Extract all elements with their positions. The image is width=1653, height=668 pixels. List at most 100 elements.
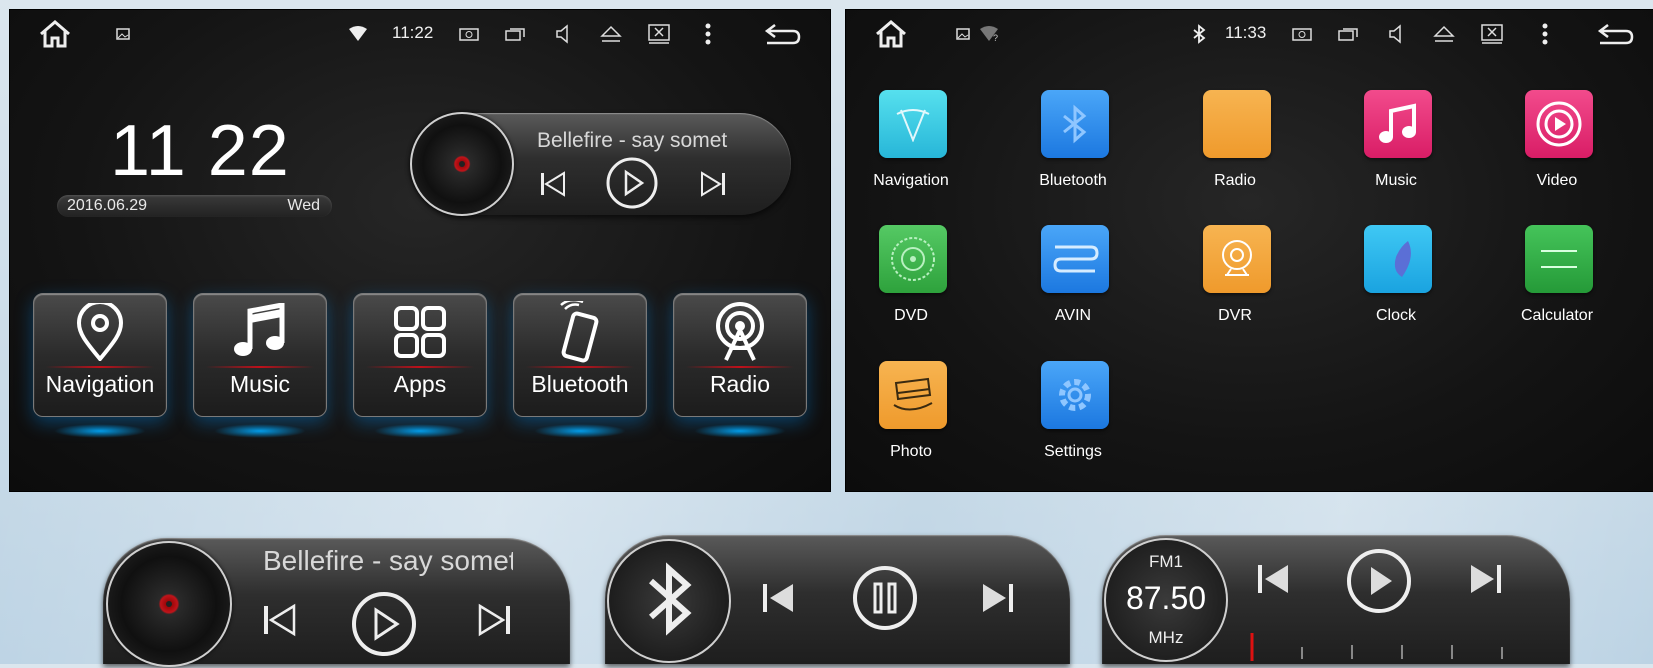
back-icon[interactable] (762, 22, 802, 46)
bluetooth-music-widget[interactable] (605, 535, 1070, 664)
window-icon[interactable] (504, 22, 526, 46)
app-label: Video (1536, 172, 1578, 189)
tile-label: Apps (393, 371, 447, 397)
svg-text:?: ? (993, 33, 998, 42)
picture-icon (114, 22, 132, 46)
app-dvd[interactable]: DVD (846, 225, 976, 340)
frequency-display: FM1 87.50 MHz (1104, 538, 1228, 662)
clock-date: 2016.06.29 (67, 197, 148, 214)
clock-time: 11 22 (110, 111, 290, 191)
tile-label: Music (229, 371, 291, 397)
song-title: Bellefire - say somet (263, 545, 513, 576)
play-icon[interactable] (350, 590, 418, 658)
app-label: Radio (1214, 172, 1256, 189)
close-window-icon[interactable] (647, 22, 671, 46)
menu-icon[interactable] (1538, 22, 1552, 46)
video-app-icon (1525, 90, 1593, 158)
date-bar: 2016.06.29 Wed (57, 195, 332, 217)
dvd-app-icon (879, 225, 947, 293)
song-title: Bellefire - say somet (537, 129, 728, 152)
app-navigation[interactable]: Navigation (846, 90, 976, 205)
picture-icon (954, 22, 972, 46)
home-icon[interactable] (38, 20, 72, 48)
vinyl-disc-icon (106, 541, 232, 667)
screenshot-icon[interactable] (1291, 22, 1313, 46)
apps-grid-icon (354, 302, 486, 362)
window-icon[interactable] (1337, 22, 1359, 46)
eject-icon[interactable] (1432, 22, 1456, 46)
next-icon[interactable] (473, 598, 517, 642)
tile-label: Navigation (45, 371, 155, 397)
bluetooth-icon (1189, 22, 1209, 46)
previous-icon[interactable] (1251, 557, 1295, 601)
app-calculator[interactable]: Calculator (1492, 225, 1622, 340)
app-avin[interactable]: AVIN (1008, 225, 1138, 340)
app-settings[interactable]: Settings (1008, 361, 1138, 476)
clock-weekday: Wed (287, 197, 320, 214)
close-window-icon[interactable] (1480, 22, 1504, 46)
app-dvr[interactable]: DVR (1170, 225, 1300, 340)
back-icon[interactable] (1595, 22, 1635, 46)
next-icon[interactable] (975, 575, 1021, 621)
tile-apps[interactable]: Apps (353, 293, 487, 438)
screenshot-icon[interactable] (458, 22, 480, 46)
app-label: Clock (1375, 307, 1416, 324)
app-clock[interactable]: Clock (1331, 225, 1461, 340)
music-player-widget[interactable]: Bellefire - say somet (410, 112, 791, 216)
tile-label: Bluetooth (531, 371, 629, 397)
app-label: Calculator (1520, 307, 1594, 324)
app-photo[interactable]: Photo (846, 361, 976, 476)
radio-band: FM1 (1149, 552, 1183, 571)
wifi-unknown-icon: ? (978, 22, 1000, 46)
location-pin-icon (34, 302, 166, 362)
navigation-app-icon (879, 90, 947, 158)
status-time: 11:22 (392, 23, 434, 42)
previous-icon[interactable] (533, 165, 573, 203)
clock-app-icon (1364, 225, 1432, 293)
app-video[interactable]: Video (1492, 90, 1622, 205)
app-label: Photo (890, 443, 932, 460)
tile-bluetooth[interactable]: Bluetooth (513, 293, 647, 438)
app-label: Bluetooth (1039, 172, 1107, 189)
settings-gear-icon (1041, 361, 1109, 429)
previous-icon[interactable] (755, 575, 801, 621)
phone-bluetooth-icon (514, 301, 646, 363)
dvr-camera-icon (1203, 225, 1271, 293)
play-icon[interactable] (1345, 547, 1413, 615)
eject-icon[interactable] (599, 22, 623, 46)
frequency-scale[interactable] (1232, 623, 1532, 663)
app-bluetooth[interactable]: Bluetooth (1008, 90, 1138, 205)
app-label: Settings (1044, 443, 1102, 460)
app-label: AVIN (1054, 307, 1092, 324)
calculator-app-icon (1525, 225, 1593, 293)
app-drawer-screen: ? 11:33 Navigation Bluetooth Radio Music… (845, 9, 1653, 492)
app-label: DVD (894, 307, 928, 324)
tile-music[interactable]: Music (193, 293, 327, 438)
tile-navigation[interactable]: Navigation (33, 293, 167, 438)
vinyl-disc-icon (410, 112, 514, 216)
pause-icon[interactable] (850, 563, 920, 633)
wifi-icon (347, 22, 369, 46)
play-icon[interactable] (604, 155, 660, 211)
tile-label: Radio (709, 371, 771, 397)
next-icon[interactable] (693, 165, 733, 203)
app-label: Navigation (873, 172, 949, 189)
tile-radio[interactable]: Radio (673, 293, 807, 438)
home-icon[interactable] (874, 20, 908, 48)
radio-widget[interactable]: FM1 87.50 MHz (1102, 535, 1570, 664)
music-widget-large[interactable]: Bellefire - say somet (103, 538, 570, 667)
volume-icon[interactable] (553, 22, 575, 46)
avin-app-icon (1041, 225, 1109, 293)
menu-icon[interactable] (701, 22, 715, 46)
photo-app-icon (879, 361, 947, 429)
next-icon[interactable] (1464, 557, 1508, 601)
app-music[interactable]: Music (1331, 90, 1461, 205)
volume-icon[interactable] (1386, 22, 1408, 46)
status-time: 11:33 (1225, 23, 1267, 42)
music-note-icon (194, 302, 326, 362)
radio-tower-icon (674, 302, 806, 362)
app-radio[interactable]: Radio (1170, 90, 1300, 205)
status-bar: ? 11:33 (846, 10, 1653, 60)
previous-icon[interactable] (257, 598, 301, 642)
radio-unit: MHz (1148, 628, 1184, 647)
